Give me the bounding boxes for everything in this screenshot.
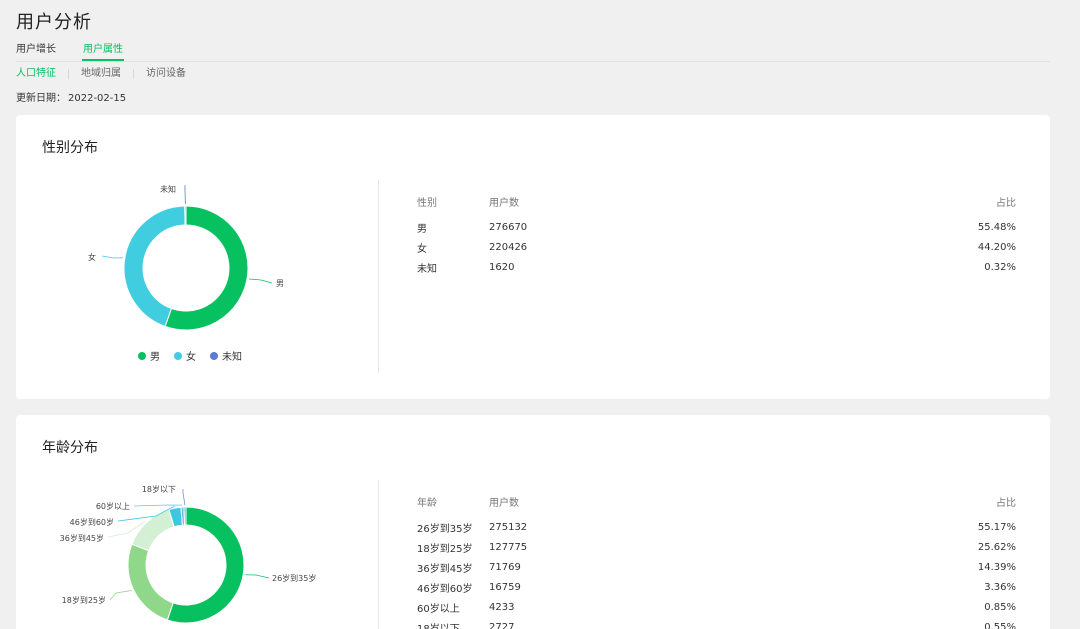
table-row: 18岁到25岁 127775 25.62% xyxy=(411,537,1016,557)
table-header-row: 性别 用户数 占比 xyxy=(411,191,1016,217)
gender-distribution-card: 性别分布 男女未知 男 女 未知 性别 用户数 占比 男 276670 55.4… xyxy=(16,115,1050,399)
card-divider xyxy=(378,480,379,629)
subtabs: 人口特征 地域归属 访问设备 xyxy=(16,67,186,80)
header-users: 用户数 xyxy=(489,497,519,509)
legend-dot xyxy=(138,351,146,360)
header-ratio: 占比 xyxy=(996,197,1016,209)
row-count: 127775 xyxy=(489,541,528,553)
slice-label-0: 男 xyxy=(276,279,284,288)
table-row: 60岁以上 4233 0.85% xyxy=(411,597,1016,617)
table-row: 36岁到45岁 71769 14.39% xyxy=(411,557,1016,577)
table-header-row: 年龄 用户数 占比 xyxy=(411,491,1016,517)
leader-line-5 xyxy=(182,489,186,506)
subtab-region[interactable]: 地域归属 xyxy=(81,67,121,80)
active-tab-indicator xyxy=(82,59,124,61)
row-pct: 3.36% xyxy=(984,581,1016,593)
legend-item-unknown[interactable]: 未知 xyxy=(210,348,242,363)
table-row: 女 220426 44.20% xyxy=(411,237,1016,257)
subtab-device[interactable]: 访问设备 xyxy=(146,67,186,80)
row-count: 1620 xyxy=(489,261,515,273)
table-row: 46岁到60岁 16759 3.36% xyxy=(411,577,1016,597)
age-distribution-card: 年龄分布 26岁到35岁 18岁到25岁 36岁到45岁 46岁到60岁 60岁以上 18… xyxy=(16,415,1050,629)
age-table: 年龄 用户数 占比 26岁到35岁 275132 55.17% 18岁到25岁 … xyxy=(411,491,1016,629)
gender-legend: 男 女 未知 xyxy=(138,348,242,363)
row-label: 26岁到35岁 xyxy=(417,523,473,535)
row-label: 36岁到45岁 xyxy=(417,563,473,575)
row-label: 60岁以上 xyxy=(417,603,460,615)
donut-slice-5[interactable] xyxy=(183,506,187,526)
row-count: 16759 xyxy=(489,581,521,593)
tab-user-growth[interactable]: 用户增长 xyxy=(16,43,56,56)
row-label: 18岁以下 xyxy=(417,623,460,629)
row-count: 71769 xyxy=(489,561,521,573)
legend-label: 未知 xyxy=(222,352,242,363)
row-pct: 25.62% xyxy=(977,541,1016,553)
legend-label: 男 xyxy=(150,352,160,363)
header-ratio: 占比 xyxy=(996,497,1016,509)
slice-label-1: 18岁到25岁 xyxy=(62,595,106,605)
slice-label-5: 18岁以下 xyxy=(142,484,176,494)
donut-slice-1[interactable] xyxy=(127,543,174,621)
subtab-separator xyxy=(133,68,134,79)
row-pct: 55.48% xyxy=(977,221,1016,233)
leader-line-1 xyxy=(109,590,132,601)
subtab-demographics[interactable]: 人口特征 xyxy=(16,67,56,80)
row-pct: 0.55% xyxy=(984,621,1016,629)
row-label: 未知 xyxy=(417,263,437,275)
slice-label-0: 26岁到35岁 xyxy=(272,573,316,583)
leader-line-1 xyxy=(101,255,123,259)
row-count: 4233 xyxy=(489,601,515,613)
slice-label-3: 46岁到60岁 xyxy=(70,517,114,527)
subtab-separator xyxy=(68,68,69,79)
leader-line-4 xyxy=(133,504,183,507)
card-divider xyxy=(378,180,379,373)
update-date-label: 更新日期： xyxy=(16,93,66,104)
table-row: 18岁以下 2727 0.55% xyxy=(411,617,1016,629)
row-count: 2727 xyxy=(489,621,515,629)
row-label: 男 xyxy=(417,223,427,235)
row-count: 276670 xyxy=(489,221,528,233)
header-age: 年龄 xyxy=(417,497,437,509)
donut-slice-2[interactable] xyxy=(184,205,187,226)
header-users: 用户数 xyxy=(489,197,519,209)
update-date-row: 更新日期： 2022-02-15 xyxy=(16,92,126,105)
age-donut-chart: 26岁到35岁 18岁到25岁 36岁到45岁 46岁到60岁 60岁以上 18岁以下 xyxy=(60,484,316,624)
row-pct: 0.85% xyxy=(984,601,1016,613)
header-gender: 性别 xyxy=(417,197,437,209)
donut-slice-1[interactable] xyxy=(123,205,186,328)
leader-line-0 xyxy=(249,278,273,284)
table-row: 未知 1620 0.32% xyxy=(411,257,1016,277)
tab-user-attributes[interactable]: 用户属性 xyxy=(83,43,123,56)
row-count: 220426 xyxy=(489,241,528,253)
gender-table: 性别 用户数 占比 男 276670 55.48% 女 220426 44.20… xyxy=(411,191,1016,277)
legend-label: 女 xyxy=(186,352,196,363)
legend-dot xyxy=(174,351,182,360)
row-pct: 0.32% xyxy=(984,261,1016,273)
row-label: 46岁到60岁 xyxy=(417,583,473,595)
main-tabs: 用户增长 用户属性 xyxy=(16,43,1050,62)
page-title: 用户分析 xyxy=(16,12,92,33)
legend-dot xyxy=(210,351,218,360)
leader-line-0 xyxy=(245,574,270,579)
row-label: 18岁到25岁 xyxy=(417,543,473,555)
update-date-value: 2022-02-15 xyxy=(68,93,127,104)
row-count: 275132 xyxy=(489,521,528,533)
table-row: 26岁到35岁 275132 55.17% xyxy=(411,517,1016,537)
row-label: 女 xyxy=(417,243,427,255)
row-pct: 14.39% xyxy=(977,561,1016,573)
row-pct: 55.17% xyxy=(977,521,1016,533)
slice-label-2: 未知 xyxy=(160,184,176,194)
donut-slice-2[interactable] xyxy=(131,508,175,552)
row-pct: 44.20% xyxy=(977,241,1016,253)
legend-item-female[interactable]: 女 xyxy=(174,348,196,363)
legend-item-male[interactable]: 男 xyxy=(138,348,160,363)
slice-label-4: 60岁以上 xyxy=(96,501,130,511)
table-row: 男 276670 55.48% xyxy=(411,217,1016,237)
slice-label-2: 36岁到45岁 xyxy=(60,533,104,543)
slice-label-1: 女 xyxy=(88,252,96,262)
